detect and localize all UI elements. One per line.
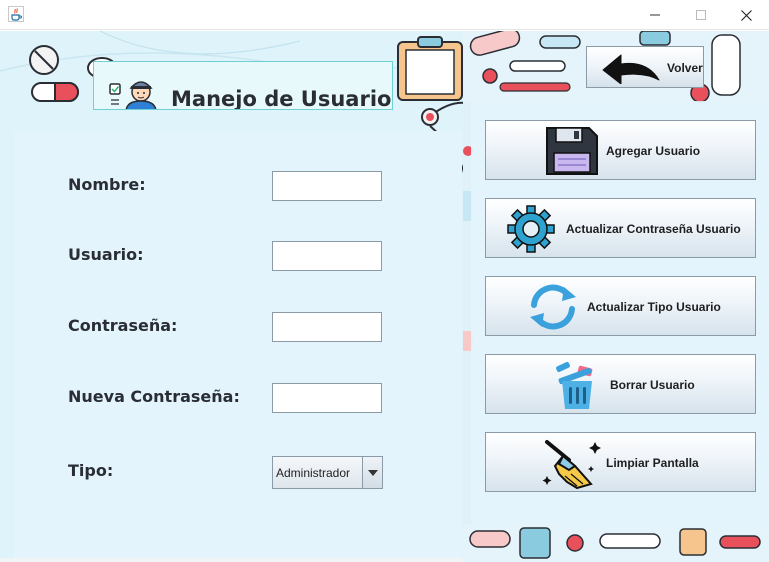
nombre-input[interactable] xyxy=(272,171,382,201)
actualizar-tipo-button[interactable]: Actualizar Tipo Usuario xyxy=(485,276,756,336)
close-icon xyxy=(740,9,752,21)
nueva-contrasena-label: Nueva Contraseña: xyxy=(68,387,240,406)
page-title: Manejo de Usuarios xyxy=(171,87,393,110)
agregar-usuario-button[interactable]: Agregar Usuario xyxy=(485,120,756,180)
limpiar-pantalla-label: Limpiar Pantalla xyxy=(606,456,699,470)
minimize-button[interactable] xyxy=(632,0,678,30)
java-icon xyxy=(8,6,24,22)
limpiar-pantalla-button[interactable]: Limpiar Pantalla xyxy=(485,432,756,492)
back-button[interactable]: Volver xyxy=(586,46,704,88)
trash-icon xyxy=(556,361,593,409)
window-titlebar xyxy=(0,0,769,30)
form-panel xyxy=(14,131,462,558)
tipo-selected-value: Administrador xyxy=(276,466,351,480)
back-button-label: Volver xyxy=(667,61,703,75)
contrasena-label: Contraseña: xyxy=(68,316,178,335)
refresh-icon xyxy=(530,284,576,330)
close-button[interactable] xyxy=(723,0,769,30)
back-arrow-icon xyxy=(602,54,660,84)
usuario-label: Usuario: xyxy=(68,245,144,264)
usuario-input[interactable] xyxy=(272,241,382,271)
page-header: Manejo de Usuarios xyxy=(93,61,393,110)
tipo-dropdown-button[interactable] xyxy=(362,457,382,488)
chevron-down-icon xyxy=(367,469,378,476)
actualizar-contrasena-button[interactable]: Actualizar Contraseña Usuario xyxy=(485,198,756,258)
contrasena-input[interactable] xyxy=(272,312,382,342)
actualizar-tipo-label: Actualizar Tipo Usuario xyxy=(587,300,721,314)
maximize-button[interactable] xyxy=(678,0,724,30)
gear-icon xyxy=(507,205,555,253)
maximize-icon xyxy=(696,10,706,20)
minimize-icon xyxy=(650,14,660,16)
user-admin-icon xyxy=(109,81,157,109)
tipo-label: Tipo: xyxy=(68,461,114,480)
actualizar-contrasena-label: Actualizar Contraseña Usuario xyxy=(566,222,741,236)
nombre-label: Nombre: xyxy=(68,175,146,194)
agregar-usuario-label: Agregar Usuario xyxy=(606,144,701,158)
floppy-disk-icon xyxy=(546,127,598,175)
borrar-usuario-button[interactable]: Borrar Usuario xyxy=(485,354,756,414)
borrar-usuario-label: Borrar Usuario xyxy=(610,378,695,392)
broom-icon xyxy=(542,440,601,490)
tipo-select[interactable]: Administrador xyxy=(272,456,383,489)
window-client-area: Manejo de Usuarios Volver Nombre: Usuari… xyxy=(0,31,769,562)
nueva-contrasena-input[interactable] xyxy=(272,383,382,413)
